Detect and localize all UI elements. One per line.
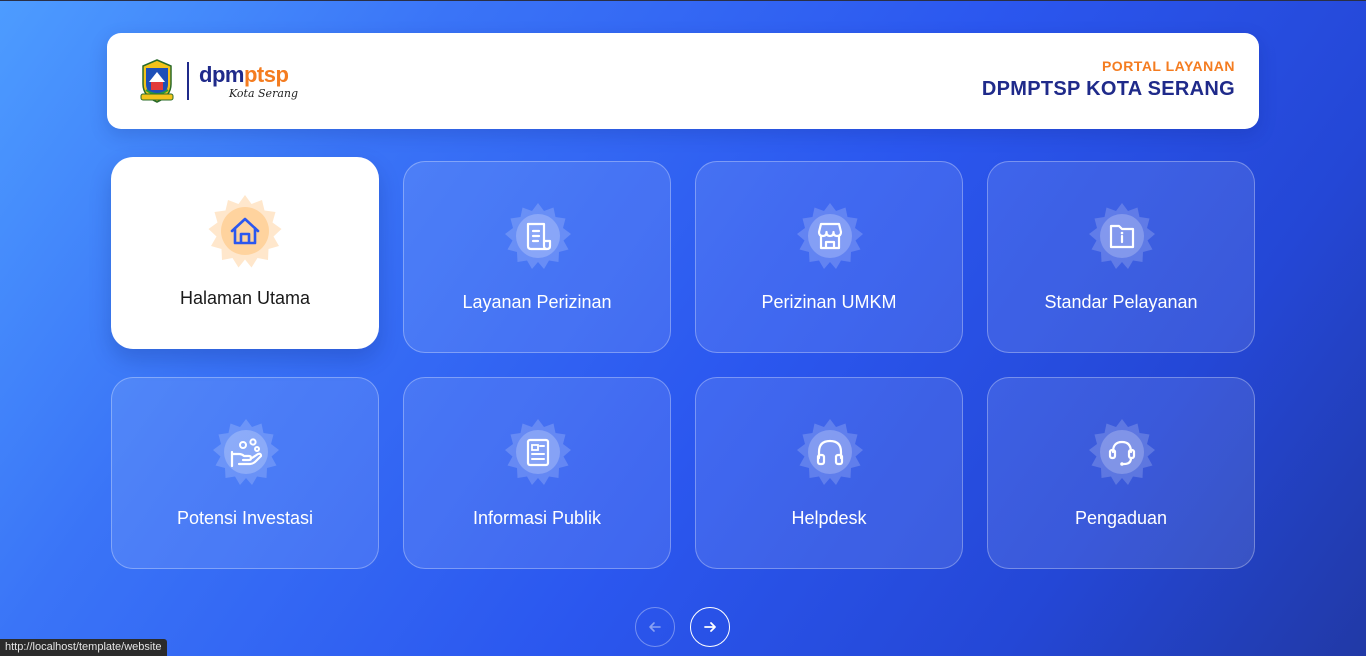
menu-tile-halaman-utama[interactable]: Halaman Utama — [111, 157, 379, 349]
menu-tile-label: Halaman Utama — [179, 288, 311, 308]
menu-tile-standar-pelayanan[interactable]: Standar Pelayanan — [987, 161, 1255, 353]
logo-main-text: dpmptsp — [199, 61, 298, 87]
menu-tile-label: Pengaduan — [1074, 508, 1168, 528]
top-edge — [0, 0, 1366, 1]
previous-page-button[interactable] — [635, 607, 675, 647]
menu-tile-layanan-perizinan[interactable]: Layanan Perizinan — [403, 161, 671, 353]
menu-tile-informasi-publik[interactable]: Informasi Publik — [403, 377, 671, 569]
menu-tile-pengaduan[interactable]: Pengaduan — [987, 377, 1255, 569]
logo-main-text-a: dpm — [199, 61, 244, 87]
arrow-left-icon — [649, 622, 661, 632]
headset-icon — [1089, 419, 1155, 485]
logo-wordmark: dpmptsp Kota Serang — [199, 61, 299, 100]
menu-tile-label: Potensi Investasi — [176, 508, 314, 528]
hand-coins-icon — [213, 419, 279, 485]
menu-tile-label: Perizinan UMKM — [761, 292, 897, 312]
folder-info-icon — [1089, 203, 1155, 269]
menu-tile-potensi-investasi[interactable]: Potensi Investasi — [111, 377, 379, 569]
menu-tile-label: Layanan Perizinan — [462, 292, 612, 312]
next-page-button[interactable] — [690, 607, 730, 647]
kota-serang-emblem-icon — [140, 59, 174, 103]
logo-main-text-b: ptsp — [243, 61, 289, 87]
menu-tile-helpdesk[interactable]: Helpdesk — [695, 377, 963, 569]
headphones-icon — [797, 419, 863, 485]
news-icon — [505, 419, 571, 485]
menu-tile-perizinan-umkm[interactable]: Perizinan UMKM — [695, 161, 963, 353]
document-icon — [505, 203, 571, 269]
home-icon — [208, 195, 282, 268]
menu-tile-label: Standar Pelayanan — [1044, 292, 1198, 312]
menu-tile-label: Informasi Publik — [472, 508, 602, 528]
menu-tile-label: Helpdesk — [791, 508, 867, 528]
logo-sub-text: Kota Serang — [229, 86, 299, 100]
store-icon — [797, 203, 863, 269]
portal-title: DPMPTSP KOTA SERANG — [981, 78, 1235, 100]
browser-status-url: http://localhost/template/website — [0, 639, 167, 656]
portal-heading: PORTAL LAYANAN DPMPTSP KOTA SERANG — [982, 58, 1235, 101]
portal-header: dpmptsp Kota Serang PORTAL LAYANAN DPMPT… — [107, 33, 1259, 129]
arrow-right-icon — [704, 622, 716, 632]
portal-label: PORTAL LAYANAN — [1101, 58, 1235, 74]
dpmptsp-logo[interactable]: dpmptsp Kota Serang — [137, 57, 298, 105]
logo-divider — [187, 62, 189, 100]
